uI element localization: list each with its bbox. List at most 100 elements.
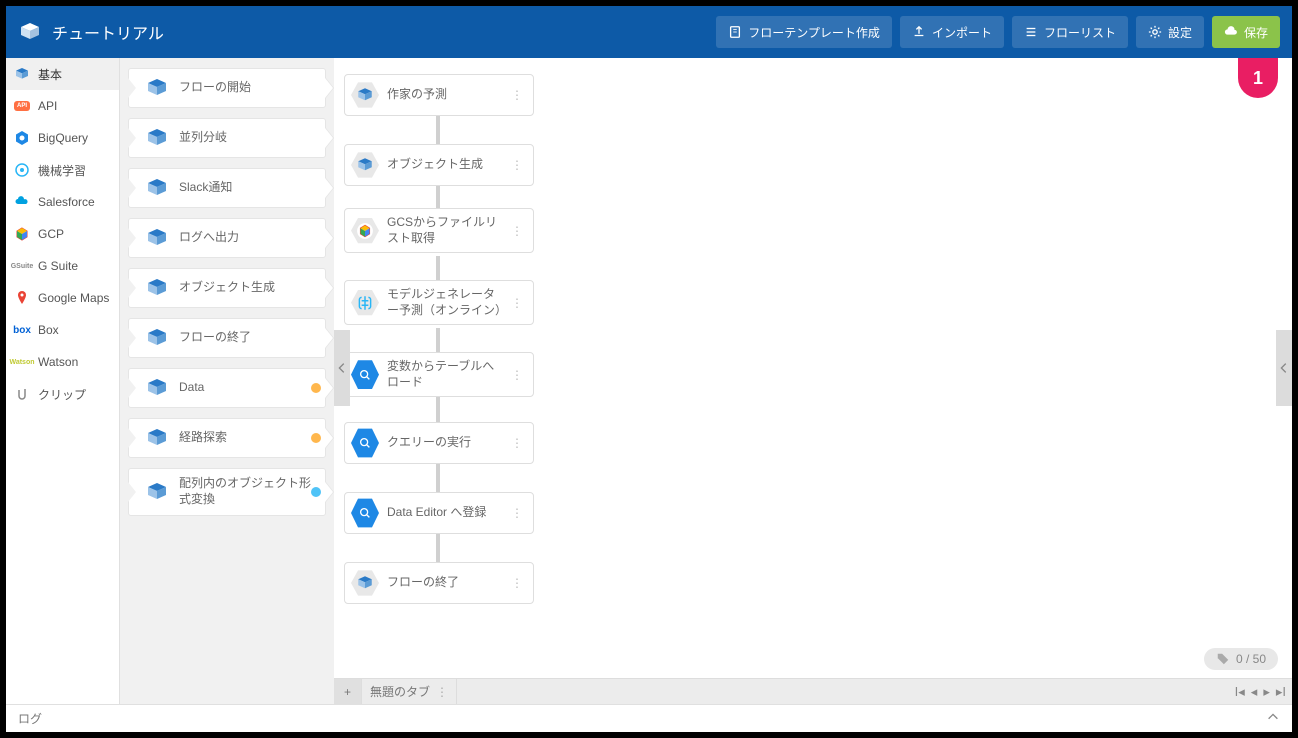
node-menu-icon[interactable]: ⋮ xyxy=(509,158,525,172)
sidebar-item-3[interactable]: 機械学習 xyxy=(6,154,119,186)
list-icon xyxy=(1024,25,1038,39)
cloud-save-icon xyxy=(1224,25,1238,39)
cube-icon xyxy=(143,124,171,152)
sidebar-item-label: Watson xyxy=(38,355,78,369)
import-button[interactable]: インポート xyxy=(900,16,1004,48)
connector xyxy=(436,182,440,210)
cube-icon xyxy=(143,478,171,506)
sidebar-item-label: Box xyxy=(38,323,59,337)
sidebar-item-7[interactable]: Google Maps xyxy=(6,282,119,314)
watson-icon: Watson xyxy=(14,354,30,370)
settings-button[interactable]: 設定 xyxy=(1136,16,1204,48)
flow-canvas[interactable]: 0 / 50 + 無題のタブ ⋮ I◂ ◂ ▸ ▸I 作家の予測⋮オブジェクト生… xyxy=(334,58,1292,704)
tab-last-icon[interactable]: ▸I xyxy=(1276,684,1286,700)
callout-badge: 1 xyxy=(1238,58,1278,98)
node-menu-icon[interactable]: ⋮ xyxy=(509,368,525,382)
node-menu-icon[interactable]: ⋮ xyxy=(509,88,525,102)
sidebar-item-label: G Suite xyxy=(38,259,78,273)
palette-block-0[interactable]: フローの開始 xyxy=(128,68,326,108)
flow-node-1[interactable]: オブジェクト生成 ⋮ xyxy=(344,144,534,186)
sidebar-item-1[interactable]: API API xyxy=(6,90,119,122)
palette-block-5[interactable]: フローの終了 xyxy=(128,318,326,358)
node-menu-icon[interactable]: ⋮ xyxy=(509,506,525,520)
cube-icon xyxy=(143,74,171,102)
node-label: オブジェクト生成 xyxy=(387,157,501,173)
cube-icon xyxy=(351,569,379,597)
gs-icon: GSuite xyxy=(14,258,30,274)
api-icon: API xyxy=(14,98,30,114)
flow-node-2[interactable]: GCSからファイルリスト取得⋮ xyxy=(344,208,534,253)
sf-icon xyxy=(14,194,30,210)
block-label: フローの開始 xyxy=(179,80,325,96)
sidebar-item-label: クリップ xyxy=(38,386,86,403)
palette-block-4[interactable]: オブジェクト生成 xyxy=(128,268,326,308)
sidebar-item-9[interactable]: Watson Watson xyxy=(6,346,119,378)
tab-first-icon[interactable]: I◂ xyxy=(1235,684,1245,700)
flow-list-button[interactable]: フローリスト xyxy=(1012,16,1128,48)
flow-template-button[interactable]: フローテンプレート作成 xyxy=(716,16,892,48)
tab-menu-icon[interactable]: ⋮ xyxy=(436,685,448,699)
tab-navigation: I◂ ◂ ▸ ▸I xyxy=(1229,679,1292,704)
cube-icon xyxy=(351,81,379,109)
palette-block-3[interactable]: ログへ出力 xyxy=(128,218,326,258)
palette-block-2[interactable]: Slack通知 xyxy=(128,168,326,208)
log-footer: ログ xyxy=(6,704,1292,732)
flow-node-0[interactable]: 作家の予測⋮ xyxy=(344,74,534,116)
node-menu-icon[interactable]: ⋮ xyxy=(509,296,525,310)
palette-block-6[interactable]: Data xyxy=(128,368,326,408)
chevron-left-icon xyxy=(1277,361,1291,375)
block-label: ログへ出力 xyxy=(179,230,325,246)
app-title: チュートリアル xyxy=(52,20,716,44)
flow-node-7[interactable]: フローの終了⋮ xyxy=(344,562,534,604)
collapse-right-handle[interactable] xyxy=(1276,330,1292,406)
save-button[interactable]: 保存 xyxy=(1212,16,1280,48)
cube-icon xyxy=(143,174,171,202)
node-menu-icon[interactable]: ⋮ xyxy=(509,436,525,450)
tag-icon xyxy=(1216,652,1230,666)
node-label: モデルジェネレーター予測（オンライン） xyxy=(387,287,501,318)
node-menu-icon[interactable]: ⋮ xyxy=(509,576,525,590)
block-badge xyxy=(311,383,321,393)
flow-node-5[interactable]: クエリーの実行⋮ xyxy=(344,422,534,464)
palette-block-8[interactable]: 配列内のオブジェクト形式変換 xyxy=(128,468,326,516)
sidebar-item-8[interactable]: boxBox xyxy=(6,314,119,346)
cube-icon xyxy=(143,374,171,402)
tab-untitled[interactable]: 無題のタブ ⋮ xyxy=(362,679,457,704)
ml-icon xyxy=(351,289,379,317)
gear-icon xyxy=(1148,25,1162,39)
connector xyxy=(436,256,440,280)
tab-prev-icon[interactable]: ◂ xyxy=(1251,684,1258,700)
flow-node-6[interactable]: Data Editor へ登録⋮ xyxy=(344,492,534,534)
flow-node-4[interactable]: 変数からテーブルへロード ⋮ xyxy=(344,352,534,397)
sidebar-item-0[interactable]: 基本 xyxy=(6,58,119,90)
ml-icon xyxy=(14,162,30,178)
sidebar-item-6[interactable]: GSuite G Suite xyxy=(6,250,119,282)
app-window: チュートリアル フローテンプレート作成 インポート フローリスト 設定 保存 xyxy=(6,6,1292,732)
block-label: オブジェクト生成 xyxy=(179,280,325,296)
node-menu-icon[interactable]: ⋮ xyxy=(509,224,525,238)
expand-log-button[interactable] xyxy=(1266,710,1280,727)
sidebar-item-2[interactable]: BigQuery xyxy=(6,122,119,154)
cube-icon xyxy=(351,151,379,179)
block-badge xyxy=(311,433,321,443)
collapse-left-handle[interactable] xyxy=(334,330,350,406)
sidebar-item-4[interactable]: Salesforce xyxy=(6,186,119,218)
node-label: 変数からテーブルへロード xyxy=(387,359,501,390)
connector xyxy=(436,112,440,144)
palette-block-7[interactable]: 経路探索 xyxy=(128,418,326,458)
category-sidebar: 基本APIAPIBigQuery機械学習SalesforceGCPGSuiteG… xyxy=(6,58,120,704)
template-icon xyxy=(728,25,742,39)
palette-block-1[interactable]: 並列分岐 xyxy=(128,118,326,158)
clip-icon xyxy=(14,386,30,402)
sidebar-item-5[interactable]: GCP xyxy=(6,218,119,250)
block-badge xyxy=(311,487,321,497)
tab-next-icon[interactable]: ▸ xyxy=(1263,684,1270,700)
add-tab-button[interactable]: + xyxy=(334,679,362,704)
sidebar-item-label: 基本 xyxy=(38,66,62,83)
block-label: 配列内のオブジェクト形式変換 xyxy=(179,476,325,507)
sidebar-item-label: GCP xyxy=(38,227,64,241)
sidebar-item-label: Salesforce xyxy=(38,195,95,209)
flow-node-3[interactable]: モデルジェネレーター予測（オンライン） ⋮ xyxy=(344,280,534,325)
sidebar-item-label: API xyxy=(38,99,57,113)
sidebar-item-10[interactable]: クリップ xyxy=(6,378,119,410)
